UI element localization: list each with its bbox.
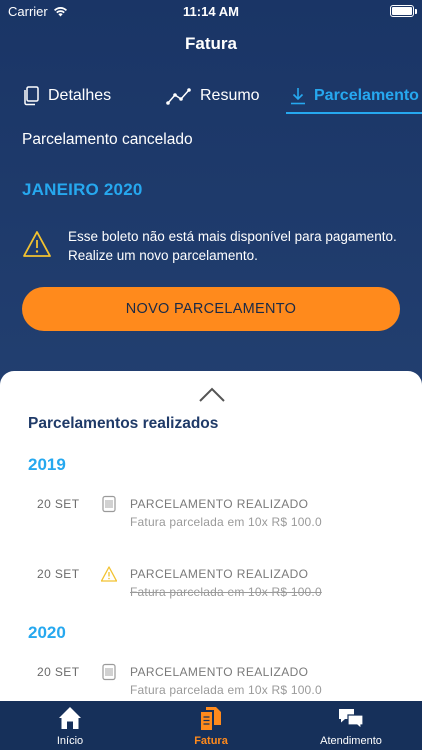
history-item-description: Fatura parcelada em 10x R$ 100.0 bbox=[130, 515, 322, 529]
warning-icon bbox=[23, 231, 51, 257]
barcode-icon bbox=[102, 495, 116, 513]
installment-month: JANEIRO 2020 bbox=[22, 180, 143, 199]
history-item-title: PARCELAMENTO REALIZADO bbox=[130, 497, 309, 511]
tab-fatura-label: Fatura bbox=[194, 735, 228, 747]
tab-detalhes[interactable]: Detalhes bbox=[22, 78, 111, 114]
barcode-icon bbox=[102, 663, 116, 681]
tab-fatura[interactable]: Fatura bbox=[161, 701, 261, 750]
history-title: Parcelamentos realizados bbox=[28, 415, 219, 432]
line-chart-icon bbox=[166, 88, 191, 105]
year-header: 2020 bbox=[28, 623, 66, 642]
invoice-icon bbox=[201, 707, 221, 730]
tab-parcelamento[interactable]: Parcelamento bbox=[290, 78, 419, 114]
history-item-title: PARCELAMENTO REALIZADO bbox=[130, 665, 309, 679]
header-panel bbox=[0, 0, 422, 400]
history-item-date: 20 SET bbox=[37, 497, 80, 511]
chevron-up-icon[interactable] bbox=[198, 385, 226, 403]
tab-atendimento[interactable]: Atendimento bbox=[301, 701, 401, 750]
tab-parcelamento-label: Parcelamento bbox=[314, 87, 419, 104]
bottom-tab-bar: Início Fatura Atendimento bbox=[0, 701, 422, 750]
warning-icon bbox=[101, 566, 117, 582]
tab-bar-top: Detalhes Resumo Parcelamento bbox=[0, 78, 422, 116]
history-item-date: 20 SET bbox=[37, 665, 80, 679]
warning-message: Esse boleto não está mais disponível par… bbox=[22, 227, 402, 265]
history-item-title: PARCELAMENTO REALIZADO bbox=[130, 567, 309, 581]
page-title: Fatura bbox=[185, 34, 237, 53]
tab-inicio-label: Início bbox=[56, 735, 84, 747]
status-bar: Carrier 11:14 AM bbox=[0, 0, 422, 24]
document-icon bbox=[24, 86, 39, 106]
history-sheet: Parcelamentos realizados 2019 20 SET PAR… bbox=[0, 371, 422, 701]
tab-atendimento-label: Atendimento bbox=[320, 735, 382, 747]
history-item-description: Fatura parcelada em 10x R$ 100.0 bbox=[130, 683, 322, 697]
tab-resumo-label: Resumo bbox=[200, 87, 260, 104]
history-item-date: 20 SET bbox=[37, 567, 80, 581]
active-tab-indicator bbox=[286, 112, 422, 114]
tab-detalhes-label: Detalhes bbox=[48, 87, 112, 104]
history-item-description: Fatura parcelada em 10x R$ 100.0 bbox=[130, 585, 322, 599]
warning-text: Esse boleto não está mais disponível par… bbox=[68, 229, 397, 263]
status-time: 11:14 AM bbox=[183, 4, 239, 19]
download-icon bbox=[291, 88, 305, 105]
history-item[interactable]: 20 SET PARCELAMENTO REALIZADO Fatura par… bbox=[0, 495, 422, 537]
history-item[interactable]: 20 SET PARCELAMENTO REALIZADO Fatura par… bbox=[0, 566, 422, 607]
year-header: 2019 bbox=[28, 455, 66, 474]
new-installment-button[interactable]: NOVO PARCELAMENTO bbox=[22, 287, 400, 331]
history-item[interactable]: 20 SET PARCELAMENTO REALIZADO Fatura par… bbox=[0, 663, 422, 701]
chat-icon bbox=[339, 709, 364, 730]
home-icon bbox=[59, 707, 81, 729]
battery-icon bbox=[390, 5, 417, 17]
installment-status: Parcelamento cancelado bbox=[22, 131, 193, 148]
tab-inicio[interactable]: Início bbox=[20, 701, 120, 750]
tab-resumo[interactable]: Resumo bbox=[166, 78, 260, 114]
